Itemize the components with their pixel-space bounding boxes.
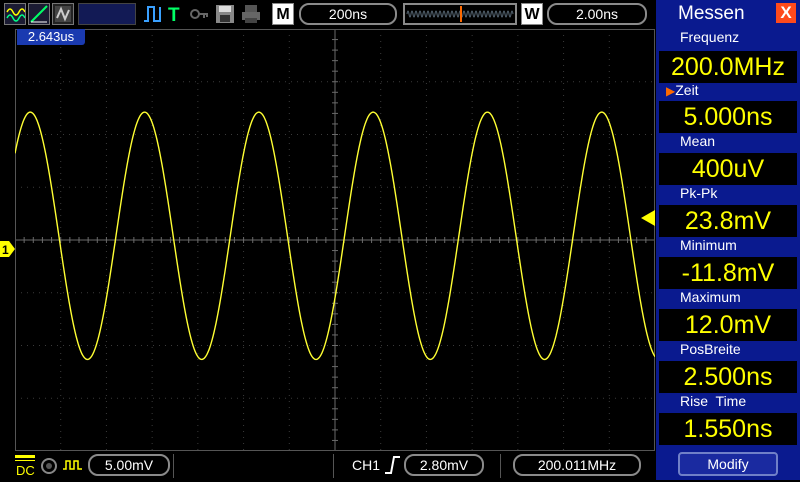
svg-text:T: T [168, 5, 180, 25]
measure-label-zeit: ▶Zeit [666, 82, 699, 98]
key-icon[interactable] [188, 3, 210, 25]
trigger-t-icon[interactable]: T [166, 3, 184, 26]
measure-value-posbreite[interactable]: 2.500ns [659, 361, 797, 393]
measure-label-minimum: Minimum [680, 237, 737, 253]
measure-value-minimum[interactable]: -11.8mV [659, 257, 797, 289]
measure-title: Messen [678, 3, 745, 24]
waveform-display-icon[interactable] [52, 3, 74, 25]
main-timebase-icon[interactable]: M [272, 3, 294, 25]
invert-wave-icon[interactable] [62, 457, 84, 475]
bottom-status-bar: DC 5.00mV CH1 2.80mV 200.011MHz [0, 451, 655, 480]
ch1-ground-marker[interactable]: 1 [0, 241, 15, 257]
rising-edge-icon[interactable] [383, 455, 401, 475]
svg-text:1: 1 [2, 243, 9, 257]
measure-label-frequenz: Frequenz [680, 29, 740, 45]
status-divider [333, 454, 334, 478]
pulse-icon[interactable] [142, 3, 162, 25]
memory-position-bar[interactable] [403, 3, 517, 25]
wave-icon[interactable] [4, 3, 26, 25]
trigger-level-display[interactable]: 2.80mV [404, 454, 484, 476]
measure-label-posbreite: PosBreite [680, 341, 741, 357]
close-icon[interactable]: X [776, 3, 796, 23]
status-divider [173, 454, 174, 478]
waveform-display[interactable] [15, 29, 655, 451]
print-icon[interactable] [240, 3, 262, 25]
measure-label-mean: Mean [680, 133, 716, 149]
measure-label-rise-time: Rise Time [680, 393, 747, 409]
measure-value-rise-time[interactable]: 1.550ns [659, 413, 797, 445]
bandwidth-limit-icon[interactable] [40, 457, 58, 475]
frequency-counter-display[interactable]: 200.011MHz [513, 454, 641, 476]
save-icon[interactable] [214, 3, 236, 25]
svg-text:DC: DC [16, 463, 35, 477]
trigger-level-marker[interactable] [641, 210, 655, 226]
timebase-display[interactable]: 200ns [299, 3, 397, 25]
measure-panel-header: Messen X [656, 0, 800, 28]
measure-value-frequenz[interactable]: 200.0MHz [659, 51, 797, 83]
volts-per-div-display[interactable]: 5.00mV [88, 454, 170, 476]
measure-value-zeit[interactable]: 5.000ns [659, 101, 797, 133]
trigger-channel-label: CH1 [352, 457, 381, 473]
measure-value-pk-pk[interactable]: 23.8mV [659, 205, 797, 237]
status-divider [500, 454, 501, 478]
channel-select-box[interactable] [78, 3, 136, 25]
measure-panel: Messen X Frequenz 200.0MHz ▶Zeit 5.000ns… [656, 0, 800, 480]
measure-label-pk-pk: Pk-Pk [680, 185, 718, 201]
window-timebase-icon[interactable]: W [521, 3, 543, 25]
top-toolbar: T M 200ns W 2.00ns [0, 0, 655, 28]
dc-coupling-icon[interactable]: DC [15, 455, 35, 478]
cursor-time-label: 2.643us [17, 29, 85, 45]
selected-arrow-icon: ▶ [666, 84, 676, 98]
ramp-icon[interactable] [28, 3, 50, 25]
measure-value-mean[interactable]: 400uV [659, 153, 797, 185]
measure-label-maximum: Maximum [680, 289, 741, 305]
measure-value-maximum[interactable]: 12.0mV [659, 309, 797, 341]
window-timebase-display[interactable]: 2.00ns [547, 3, 647, 25]
modify-button[interactable]: Modify [678, 452, 778, 476]
